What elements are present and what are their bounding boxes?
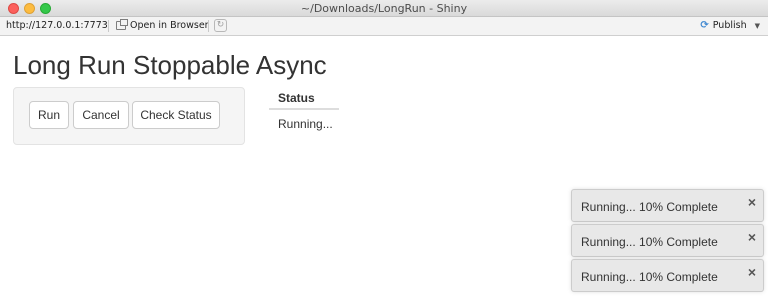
title-bar: ~/Downloads/LongRun - Shiny (0, 0, 768, 17)
cancel-button[interactable]: Cancel (73, 101, 129, 129)
refresh-icon[interactable]: ↻ (214, 19, 227, 32)
close-icon[interactable]: × (748, 264, 756, 280)
chevron-down-icon: ▼ (754, 21, 760, 30)
notification: Running... 10% Complete × (571, 224, 764, 257)
notification-message: Running... 10% Complete (581, 270, 718, 284)
close-icon[interactable]: × (748, 229, 756, 245)
status-table-cell: Running... (278, 117, 333, 131)
publish-icon: ⟳ (700, 20, 709, 31)
notification-message: Running... 10% Complete (581, 235, 718, 249)
notification: Running... 10% Complete × (571, 259, 764, 292)
toolbar-separator (208, 20, 209, 32)
toolbar-separator (108, 20, 109, 32)
notification: Running... 10% Complete × (571, 189, 764, 222)
close-icon[interactable]: × (748, 194, 756, 210)
window-title: ~/Downloads/LongRun - Shiny (300, 2, 468, 15)
page-title: Long Run Stoppable Async (13, 50, 327, 80)
publish-button[interactable]: ⟳ Publish ▼ (700, 20, 760, 31)
status-table-header: Status (269, 90, 339, 110)
open-window-icon (116, 19, 128, 30)
publish-label: Publish (712, 20, 747, 31)
viewer-toolbar: http://127.0.0.1:7773 Open in Browser ↻ … (0, 17, 768, 36)
run-button[interactable]: Run (29, 101, 69, 129)
check-status-button[interactable]: Check Status (132, 101, 220, 129)
open-in-browser-label: Open in Browser (130, 20, 209, 31)
open-in-browser-button[interactable]: Open in Browser (116, 19, 209, 31)
notification-message: Running... 10% Complete (581, 200, 718, 214)
url-label[interactable]: http://127.0.0.1:7773 (6, 20, 108, 31)
